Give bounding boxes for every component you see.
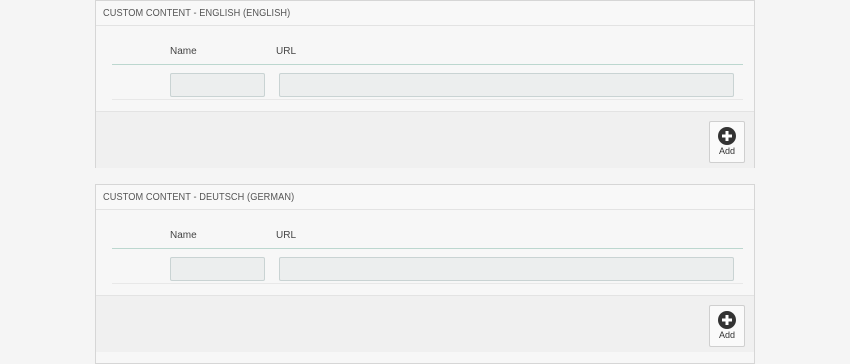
plus-circle-icon	[718, 311, 736, 329]
url-input[interactable]	[279, 257, 734, 281]
column-header-name: Name	[170, 230, 197, 241]
name-input[interactable]	[170, 257, 265, 281]
table-row-divider	[112, 99, 743, 100]
table-row-divider	[112, 283, 743, 284]
custom-content-panel-english: CUSTOM CONTENT - ENGLISH (ENGLISH) Name …	[95, 0, 755, 168]
table-header-divider	[112, 248, 743, 249]
panel-title-text: CUSTOM CONTENT - DEUTSCH (GERMAN)	[103, 192, 295, 203]
plus-circle-icon	[718, 127, 736, 145]
custom-content-panel-german: CUSTOM CONTENT - DEUTSCH (GERMAN) Name U…	[95, 184, 755, 364]
name-input[interactable]	[170, 73, 265, 97]
panel-title-text: CUSTOM CONTENT - ENGLISH (ENGLISH)	[103, 8, 291, 19]
add-button[interactable]: Add	[709, 121, 745, 163]
table-header-divider	[112, 64, 743, 65]
add-button[interactable]: Add	[709, 305, 745, 347]
add-button-label: Add	[718, 330, 735, 340]
panel-title: CUSTOM CONTENT - DEUTSCH (GERMAN)	[96, 185, 754, 210]
custom-content-table: Name URL	[96, 210, 754, 295]
add-button-label: Add	[718, 146, 735, 156]
url-input[interactable]	[279, 73, 734, 97]
column-header-url: URL	[276, 46, 297, 57]
column-header-url: URL	[276, 230, 297, 241]
column-header-name: Name	[170, 46, 197, 57]
panel-footer: Add	[96, 111, 754, 168]
custom-content-table: Name URL	[96, 26, 754, 111]
panel-title: CUSTOM CONTENT - ENGLISH (ENGLISH)	[96, 1, 754, 26]
panel-footer: Add	[96, 295, 754, 352]
